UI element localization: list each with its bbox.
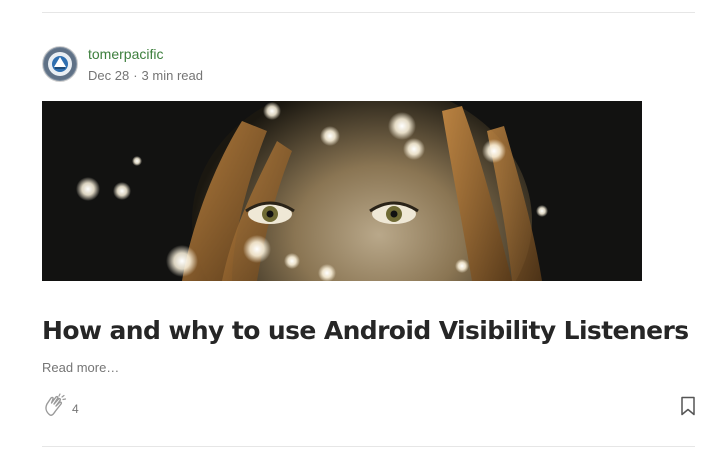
post-meta: Dec 28 · 3 min read — [88, 68, 203, 84]
post-date[interactable]: Dec 28 — [88, 68, 129, 83]
author-name-link[interactable]: tomerpacific — [88, 46, 203, 62]
clap-section: 4 — [42, 393, 79, 424]
hero-image[interactable] — [42, 101, 642, 281]
top-divider — [42, 12, 695, 13]
author-meta: tomerpacific Dec 28 · 3 min read — [88, 46, 203, 84]
author-row: tomerpacific Dec 28 · 3 min read — [42, 46, 203, 84]
hero-image-eyes-through-lights — [42, 101, 642, 281]
author-avatar-icon — [44, 48, 76, 80]
read-more-link[interactable]: Read more… — [42, 360, 119, 376]
bookmark-icon[interactable] — [680, 396, 696, 416]
author-avatar[interactable] — [42, 46, 78, 82]
read-time: 3 min read — [141, 68, 203, 83]
meta-separator: · — [133, 68, 138, 83]
bottom-divider — [42, 446, 695, 447]
post-title[interactable]: How and why to use Android Visibility Li… — [42, 313, 689, 349]
clap-count: 4 — [72, 401, 79, 416]
clap-icon[interactable] — [42, 393, 68, 424]
